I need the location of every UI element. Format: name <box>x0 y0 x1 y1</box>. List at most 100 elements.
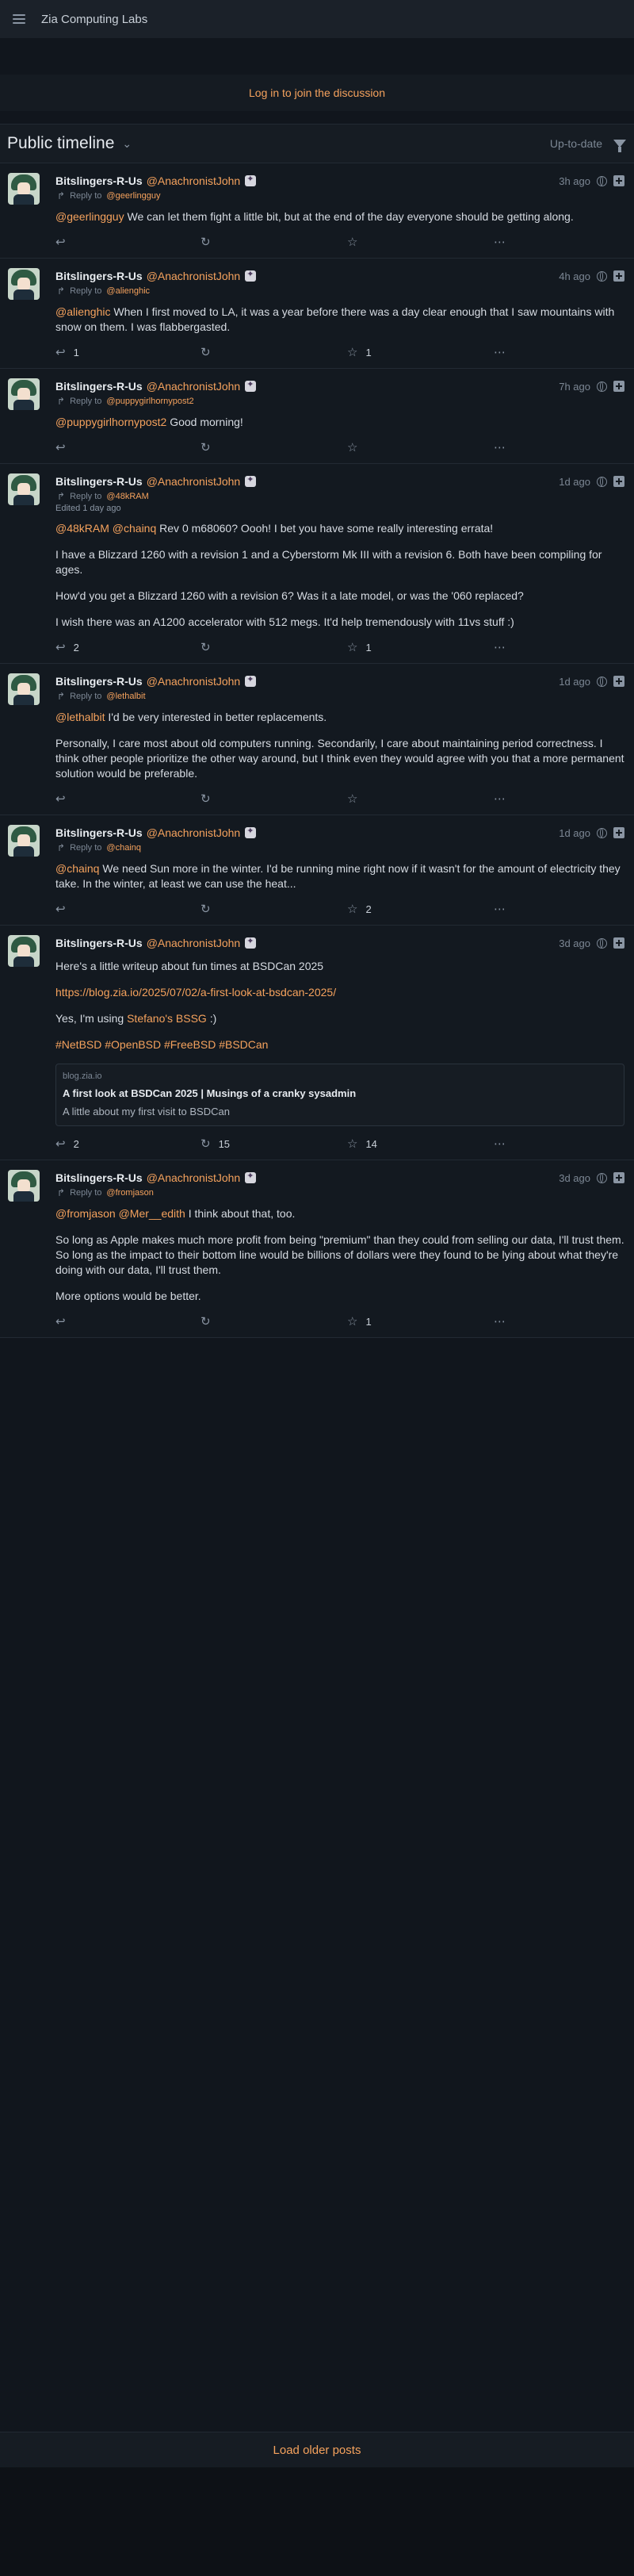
mention[interactable]: @lethalbit <box>55 711 105 723</box>
boost-button[interactable]: ↻ <box>201 440 347 454</box>
expand-icon[interactable] <box>613 175 624 186</box>
more-button[interactable]: ⋯ <box>494 1137 506 1151</box>
more-button[interactable]: ⋯ <box>494 792 506 806</box>
post-time[interactable]: 1d ago <box>559 676 590 688</box>
timeline-selector[interactable]: Public timeline ⌄ <box>7 134 132 153</box>
more-button[interactable]: ⋯ <box>494 640 506 654</box>
author-handle[interactable]: @AnachronistJohn <box>147 475 241 488</box>
reply-to-handle[interactable]: @48kRAM <box>106 492 148 501</box>
post-time[interactable]: 4h ago <box>559 270 590 282</box>
author-name[interactable]: Bitslingers-R-Us <box>55 826 143 839</box>
avatar[interactable] <box>8 268 40 300</box>
star-button[interactable]: ☆ <box>347 792 494 806</box>
post-url-link[interactable]: https://blog.zia.io/2025/07/02/a-first-l… <box>55 986 336 999</box>
expand-icon[interactable] <box>613 676 624 687</box>
reply-button[interactable]: ↩ 2 <box>55 1137 201 1151</box>
author-name[interactable]: Bitslingers-R-Us <box>55 675 143 688</box>
boost-button[interactable]: ↻ <box>201 902 347 916</box>
avatar[interactable] <box>8 173 40 205</box>
post-time[interactable]: 3h ago <box>559 175 590 187</box>
reply-to-handle[interactable]: @geerlingguy <box>106 191 160 201</box>
expand-icon[interactable] <box>613 381 624 392</box>
post-time[interactable]: 1d ago <box>559 827 590 839</box>
reply-to-handle[interactable]: @fromjason <box>106 1188 153 1198</box>
avatar[interactable] <box>8 935 40 967</box>
reply-button[interactable]: ↩ <box>55 235 201 249</box>
author-name[interactable]: Bitslingers-R-Us <box>55 270 143 282</box>
mention[interactable]: @alienghic <box>55 305 110 318</box>
more-button[interactable]: ⋯ <box>494 440 506 454</box>
author-handle[interactable]: @AnachronistJohn <box>147 826 241 839</box>
reply-icon: ↩ <box>55 1315 66 1328</box>
filter-icon[interactable] <box>613 140 626 152</box>
more-button[interactable]: ⋯ <box>494 235 506 249</box>
author-name[interactable]: Bitslingers-R-Us <box>55 1171 143 1184</box>
author-name[interactable]: Bitslingers-R-Us <box>55 174 143 187</box>
author-name[interactable]: Bitslingers-R-Us <box>55 475 143 488</box>
star-button[interactable]: ☆ 1 <box>347 1314 494 1328</box>
site-title[interactable]: Zia Computing Labs <box>41 13 147 26</box>
mention[interactable]: @fromjason @Mer__edith <box>55 1207 185 1220</box>
boost-button[interactable]: ↻ <box>201 235 347 249</box>
reply-to-handle[interactable]: @chainq <box>106 843 141 853</box>
avatar-face <box>17 483 30 496</box>
star-button[interactable]: ☆ 2 <box>347 902 494 916</box>
author-name[interactable]: Bitslingers-R-Us <box>55 937 143 949</box>
boost-button[interactable]: ↻ <box>201 640 347 654</box>
mention[interactable]: @puppygirlhornypost2 <box>55 416 166 428</box>
author-name[interactable]: Bitslingers-R-Us <box>55 380 143 393</box>
author-handle[interactable]: @AnachronistJohn <box>147 380 241 393</box>
reply-to-handle[interactable]: @puppygirlhornypost2 <box>106 397 193 406</box>
mention[interactable]: @geerlingguy <box>55 210 124 223</box>
bssg-link[interactable]: Stefano's BSSG <box>127 1012 207 1025</box>
bot-icon <box>245 269 257 282</box>
expand-icon[interactable] <box>613 476 624 487</box>
hashtag-links[interactable]: #NetBSD #OpenBSD #FreeBSD #BSDCan <box>55 1038 268 1051</box>
mention[interactable]: @chainq <box>55 862 99 875</box>
star-button[interactable]: ☆ 1 <box>347 640 494 654</box>
boost-button[interactable]: ↻ <box>201 792 347 806</box>
expand-icon[interactable] <box>613 270 624 282</box>
author-handle[interactable]: @AnachronistJohn <box>147 1171 241 1184</box>
reply-button[interactable]: ↩ <box>55 440 201 454</box>
avatar[interactable] <box>8 1170 40 1202</box>
boost-button[interactable]: ↻ <box>201 1314 347 1328</box>
avatar[interactable] <box>8 473 40 505</box>
author-handle[interactable]: @AnachronistJohn <box>147 174 241 187</box>
star-button[interactable]: ☆ <box>347 235 494 249</box>
post-time[interactable]: 3d ago <box>559 1172 590 1184</box>
post-time[interactable]: 7h ago <box>559 381 590 393</box>
boost-button[interactable]: ↻ <box>201 345 347 359</box>
expand-icon[interactable] <box>613 937 624 949</box>
reply-to-handle[interactable]: @alienghic <box>106 286 150 296</box>
author-handle[interactable]: @AnachronistJohn <box>147 675 241 688</box>
expand-icon[interactable] <box>613 1172 624 1183</box>
boost-button[interactable]: ↻ 15 <box>201 1137 347 1151</box>
reply-button[interactable]: ↩ <box>55 902 201 916</box>
more-button[interactable]: ⋯ <box>494 345 506 359</box>
mention[interactable]: @48kRAM @chainq <box>55 522 156 535</box>
reply-button[interactable]: ↩ <box>55 1314 201 1328</box>
reply-button[interactable]: ↩ 2 <box>55 640 201 654</box>
post-time[interactable]: 3d ago <box>559 937 590 949</box>
hamburger-icon[interactable] <box>13 14 25 24</box>
more-button[interactable]: ⋯ <box>494 902 506 916</box>
star-button[interactable]: ☆ <box>347 440 494 454</box>
author-handle[interactable]: @AnachronistJohn <box>147 937 241 949</box>
reply-button[interactable]: ↩ 1 <box>55 345 201 359</box>
link-preview-card[interactable]: blog.zia.io A first look at BSDCan 2025 |… <box>55 1064 624 1126</box>
expand-icon[interactable] <box>613 827 624 838</box>
load-older-posts-button[interactable]: Load older posts <box>273 2444 361 2457</box>
login-link[interactable]: Log in to join the discussion <box>249 86 385 99</box>
author-handle[interactable]: @AnachronistJohn <box>147 270 241 282</box>
more-button[interactable]: ⋯ <box>494 1314 506 1328</box>
post-paragraph: @geerlingguy We can let them fight a lit… <box>55 209 624 224</box>
avatar[interactable] <box>8 378 40 410</box>
star-button[interactable]: ☆ 1 <box>347 345 494 359</box>
avatar[interactable] <box>8 825 40 857</box>
star-button[interactable]: ☆ 14 <box>347 1137 494 1151</box>
reply-to-handle[interactable]: @lethalbit <box>106 692 145 701</box>
post-time[interactable]: 1d ago <box>559 476 590 488</box>
avatar[interactable] <box>8 673 40 705</box>
reply-button[interactable]: ↩ <box>55 792 201 806</box>
